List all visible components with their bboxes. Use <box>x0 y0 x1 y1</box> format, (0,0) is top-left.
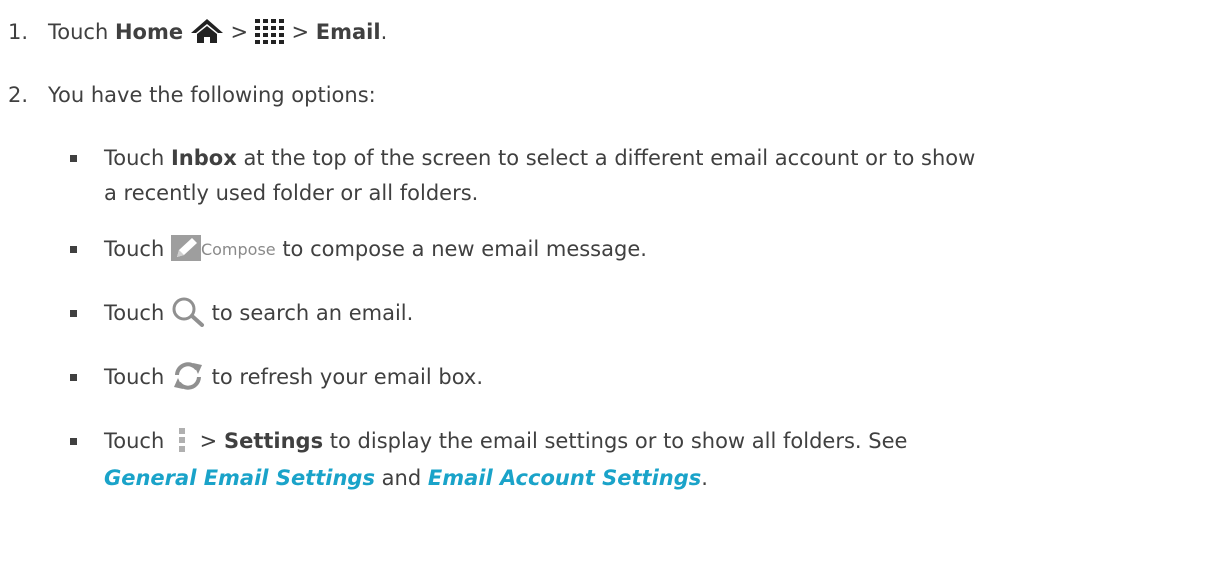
bullet <box>70 246 77 253</box>
option-compose: Touch Compose to compose a new email mes… <box>104 235 647 264</box>
option-refresh: Touch to refresh your email box. <box>104 361 484 393</box>
step-text: You have the following options: <box>48 83 376 107</box>
option-search: Touch to search an email. <box>104 297 414 329</box>
apps-grid-icon <box>254 18 285 44</box>
bullet <box>70 155 77 162</box>
search-icon <box>171 297 205 327</box>
bullet <box>70 438 77 445</box>
option-inbox: Touch Inbox at the top of the screen to … <box>104 144 975 172</box>
step-1: 1. Touch Home > > Email. <box>8 18 387 46</box>
option-settings-line2: General Email Settings and Email Account… <box>104 464 708 492</box>
inbox-label: Inbox <box>170 146 237 170</box>
period: . <box>701 466 708 490</box>
bullet <box>70 310 77 317</box>
settings-label: Settings <box>223 429 324 453</box>
touch-text: Touch <box>104 429 165 453</box>
step-number: 1. <box>8 20 29 44</box>
settings-text: to display the email settings or to show… <box>329 429 908 453</box>
pencil-icon <box>170 235 201 261</box>
refresh-icon <box>171 361 205 391</box>
option-inbox-line2: a recently used folder or all folders. <box>104 179 478 207</box>
separator: > <box>230 20 249 44</box>
bullet <box>70 374 77 381</box>
email-account-settings-link[interactable]: Email Account Settings <box>428 466 701 490</box>
touch-text: Touch <box>104 146 165 170</box>
compose-text: to compose a new email message. <box>282 237 647 261</box>
touch-text: Touch <box>104 301 165 325</box>
option-settings: Touch > Settings to display the email se… <box>104 427 907 455</box>
period: . <box>380 20 388 44</box>
email-label: Email <box>315 20 381 44</box>
and-text: and <box>381 466 422 490</box>
step-2: 2. You have the following options: <box>8 81 376 109</box>
compose-label: Compose <box>200 240 276 259</box>
overflow-menu-icon <box>171 427 193 453</box>
separator: > <box>291 20 310 44</box>
step-text-touch: Touch <box>48 20 109 44</box>
home-icon <box>190 18 224 44</box>
inbox-text: at the top of the screen to select a dif… <box>243 146 976 170</box>
separator: > <box>199 429 218 453</box>
touch-text: Touch <box>104 365 165 389</box>
general-email-settings-link[interactable]: General Email Settings <box>104 466 375 490</box>
step-number: 2. <box>8 83 29 107</box>
home-label: Home <box>114 20 184 44</box>
touch-text: Touch <box>104 237 165 261</box>
inbox-text-line2: a recently used folder or all folders. <box>104 181 479 205</box>
search-text: to search an email. <box>211 301 414 325</box>
refresh-text: to refresh your email box. <box>211 365 484 389</box>
